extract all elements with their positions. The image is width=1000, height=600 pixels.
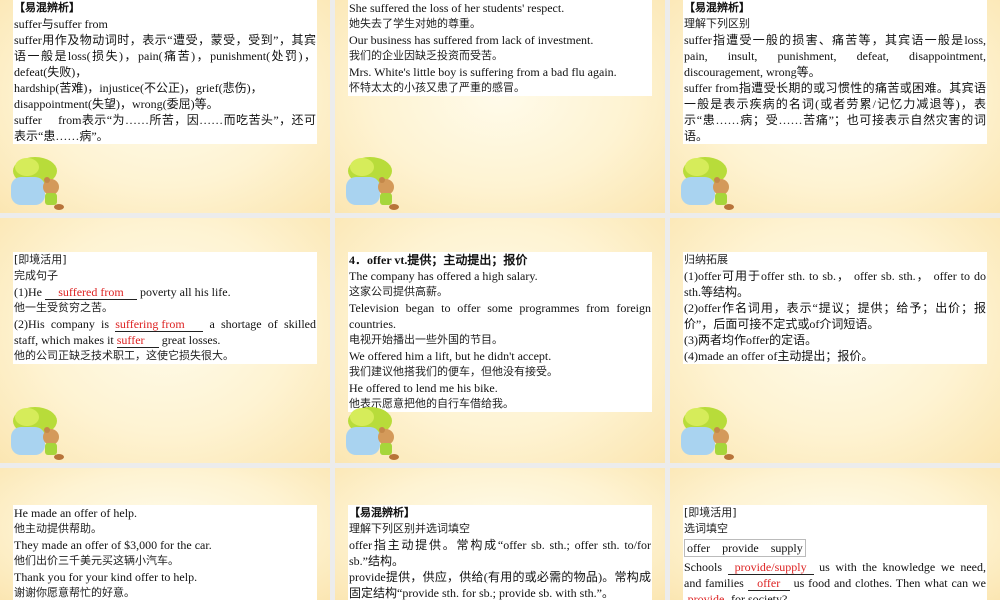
text-line: provide提供，供应，供给(有用的或必需的物品)。常构成固定结构“provi…: [349, 570, 651, 600]
slide-thumbnail-3[interactable]: 【易混辨析】 理解下列区别 suffer指遭受一般的损害、痛苦等，其宾语一般是l…: [670, 0, 1000, 213]
example-zh: 她失去了学生对她的尊重。: [349, 17, 481, 30]
example-en: He offered to lend me his bike.: [349, 381, 498, 395]
example-zh: 这家公司提供高薪。: [349, 285, 448, 298]
text: for society?: [728, 592, 788, 600]
text: Schools: [684, 560, 728, 574]
text-line: suffer与suffer from: [14, 17, 108, 31]
example-zh: 我们的企业因缺乏投资而受苦。: [349, 49, 503, 62]
answer-blank: provide: [684, 593, 728, 600]
exercise-question-2: (2)His company is suffering from a short…: [14, 316, 316, 348]
text: poverty all his life.: [136, 285, 231, 299]
text-box: [即境活用] 选词填空 offer provide supply Schools…: [683, 505, 987, 600]
slide-thumbnail-4[interactable]: [即境活用] 完成句子 (1)He suffered from poverty …: [0, 218, 330, 463]
mascot-icon: [11, 407, 64, 460]
example-en: She suffered the loss of her students' r…: [349, 1, 565, 15]
mascot-icon: [11, 157, 64, 210]
text: us food and clothes. Then what can we: [789, 576, 986, 590]
answer-blank: provide/supply: [727, 561, 814, 575]
answer-blank: suffering from: [115, 318, 204, 332]
section-heading: [即境活用]: [14, 253, 67, 266]
exercise-instruction: 选词填空: [684, 522, 728, 535]
text-line: suffer from指遭受长期的或习惯性的痛苦或困难。其宾语一般是表示疾病的名…: [684, 81, 986, 143]
slide-thumbnail-2[interactable]: She suffered the loss of her students' r…: [335, 0, 665, 213]
mascot-icon: [681, 157, 734, 210]
text-line: (1)offer可用于offer sth. to sb.， offer sb. …: [684, 269, 986, 299]
word-bank: offer provide supply: [684, 539, 806, 557]
text-line: 理解下列区别: [684, 17, 750, 30]
text-line: (3)两者均作offer的定语。: [684, 333, 818, 347]
mascot-icon: [681, 407, 734, 460]
section-heading: [即境活用]: [684, 506, 737, 519]
text-line: suffer from表示“为……所苦，因……而吃苦头”，还可表示“患……病”。: [14, 113, 316, 143]
example-zh: 怀特太太的小孩又患了严重的感冒。: [349, 81, 525, 94]
vocab-heading: 4．offer vt.提供；主动提出；报价: [349, 253, 528, 267]
section-heading: 【易混辨析】: [14, 1, 80, 14]
example-en: The company has offered a high salary.: [349, 269, 538, 283]
text-box: 【易混辨析】 理解下列区别 suffer指遭受一般的损害、痛苦等，其宾语一般是l…: [683, 0, 1000, 144]
text-box: 归纳拓展 (1)offer可用于offer sth. to sb.， offer…: [683, 252, 987, 364]
text-line: (2)offer作名词用，表示“提议；提供；给予；出价；报价”，后面可接不定式或…: [684, 301, 986, 331]
text-line: 理解下列区别并选词填空: [349, 522, 470, 535]
example-en: Our business has suffered from lack of i…: [349, 33, 594, 47]
text-box: 【易混辨析】 理解下列区别并选词填空 offer指主动提供。常构成“offer …: [348, 505, 652, 600]
answer-blank: suffer: [116, 334, 159, 348]
text-box: 【易混辨析】 suffer与suffer from suffer用作及物动词时，…: [13, 0, 317, 144]
example-en: Television began to offer some programme…: [349, 301, 651, 331]
example-en: Thank you for your kind offer to help.: [14, 570, 198, 584]
section-heading: 归纳拓展: [684, 253, 728, 266]
slide-thumbnail-5[interactable]: 4．offer vt.提供；主动提出；报价 The company has of…: [335, 218, 665, 463]
example-zh: 他们出价三千美元买这辆小汽车。: [14, 554, 179, 567]
slide-thumbnail-6[interactable]: 归纳拓展 (1)offer可用于offer sth. to sb.， offer…: [670, 218, 1000, 463]
slide-thumbnail-7[interactable]: He made an offer of help. 他主动提供帮助。 They …: [0, 468, 330, 600]
text-line: suffer指遭受一般的损害、痛苦等，其宾语一般是loss, pain, ins…: [684, 33, 1000, 79]
text-line: (4)made an offer of主动提出；报价。: [684, 349, 874, 363]
example-en: They made an offer of $3,000 for the car…: [14, 538, 212, 552]
translation: 他一生受贫穷之苦。: [14, 301, 113, 314]
example-zh: 谢谢你愿意帮忙的好意。: [14, 586, 135, 599]
section-heading: 【易混辨析】: [349, 506, 415, 519]
slide-thumbnail-1[interactable]: 【易混辨析】 suffer与suffer from suffer用作及物动词时，…: [0, 0, 330, 213]
slide-thumbnail-8[interactable]: 【易混辨析】 理解下列区别并选词填空 offer指主动提供。常构成“offer …: [335, 468, 665, 600]
exercise-sentence: Schools provide/supply us with the knowl…: [684, 559, 986, 600]
slide-thumbnail-9[interactable]: [即境活用] 选词填空 offer provide supply Schools…: [670, 468, 1000, 600]
text-line: disappointment(失望)，wrong(委屈)等。: [14, 97, 219, 111]
text: (2)His company is: [14, 317, 116, 331]
example-zh: 电视开始播出一些外国的节目。: [349, 333, 503, 346]
example-zh: 我们建议他搭我们的便车，但他没有接受。: [349, 365, 558, 378]
text-line: hardship(苦难)，injustice(不公正)，grief(悲伤)，: [14, 81, 263, 95]
section-heading: 【易混辨析】: [684, 1, 750, 14]
example-en: Mrs. White's little boy is suffering fro…: [349, 65, 617, 79]
mascot-icon: [346, 407, 399, 460]
text: (1)He: [14, 285, 45, 299]
text-box: [即境活用] 完成句子 (1)He suffered from poverty …: [13, 252, 317, 364]
text-box: 4．offer vt.提供；主动提出；报价 The company has of…: [348, 252, 652, 412]
translation: 他的公司正缺乏技术职工，这使它损失很大。: [14, 349, 234, 362]
example-zh: 他主动提供帮助。: [14, 522, 102, 535]
example-en: We offered him a lift, but he didn't acc…: [349, 349, 552, 363]
text-box: She suffered the loss of her students' r…: [348, 0, 652, 96]
answer-blank: suffered from: [44, 286, 137, 300]
text-line: suffer用作及物动词时，表示“遭受，蒙受，受到”，其宾语一般是loss(损失…: [14, 33, 316, 79]
example-en: He made an offer of help.: [14, 506, 138, 520]
text: great losses.: [158, 333, 221, 347]
exercise-instruction: 完成句子: [14, 269, 58, 282]
answer-blank: offer: [747, 577, 790, 591]
text-line: offer指主动提供。常构成“offer sb. sth.; offer sth…: [349, 538, 651, 568]
mascot-icon: [346, 157, 399, 210]
exercise-question-1: (1)He suffered from poverty all his life…: [14, 284, 316, 300]
text-box: He made an offer of help. 他主动提供帮助。 They …: [13, 505, 317, 600]
